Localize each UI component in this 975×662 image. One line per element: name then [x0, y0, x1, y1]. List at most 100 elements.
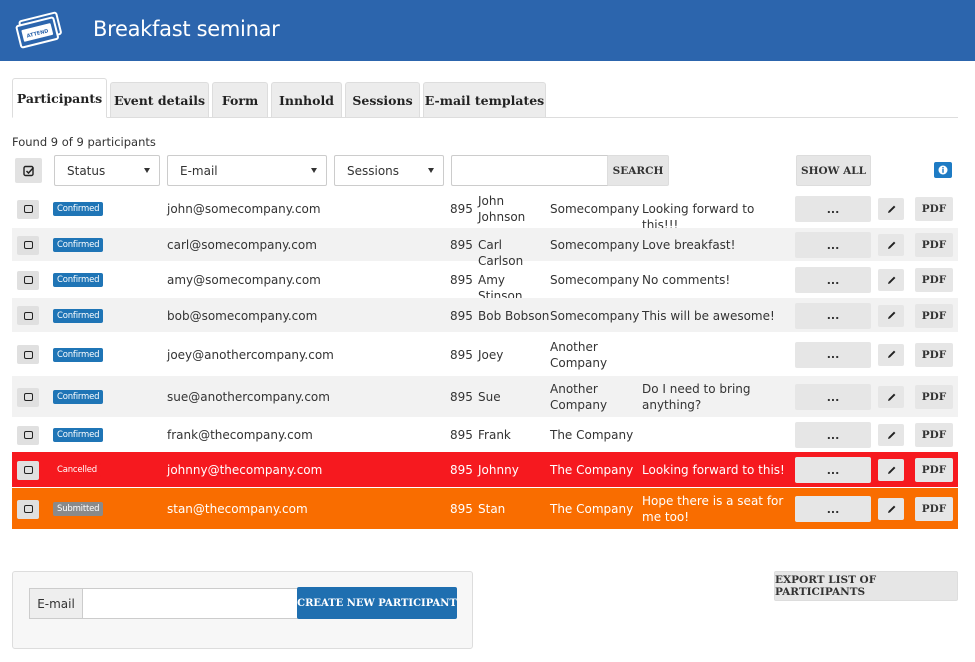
pdf-button[interactable]: PDF — [915, 303, 953, 328]
pencil-icon — [887, 431, 895, 439]
pdf-button[interactable]: PDF — [915, 233, 953, 257]
more-options-button[interactable]: ... — [795, 341, 871, 368]
participant-name: Johnny — [478, 463, 519, 477]
participants-table: Confirmed john@somecompany.com 895 John Joh… — [12, 190, 958, 530]
table-row: Submitted stan@thecompany.com 895 Stan The C… — [12, 488, 958, 530]
checkbox-square-icon — [23, 431, 33, 439]
edit-participant-button[interactable] — [878, 234, 904, 256]
status-badge: Confirmed — [53, 273, 104, 287]
select-all-checkbox[interactable] — [15, 158, 42, 183]
pdf-button[interactable]: PDF — [915, 385, 953, 409]
tab-event-details[interactable]: Event details — [110, 82, 209, 117]
table-row: Confirmed amy@somecompany.com 895 Amy Stins… — [12, 262, 958, 303]
more-options-button[interactable]: ... — [795, 196, 871, 222]
email-filter-select[interactable]: E-mail — [167, 155, 327, 186]
search-input[interactable] — [451, 155, 608, 186]
create-participant-panel: E-mail CREATE NEW PARTICIPANT — [12, 571, 473, 649]
row-checkbox[interactable] — [17, 387, 39, 407]
tab-sessions[interactable]: Sessions — [345, 82, 420, 117]
pencil-icon — [887, 241, 895, 249]
status-badge: Confirmed — [53, 390, 104, 404]
table-row: Confirmed frank@thecompany.com 895 Frank The… — [12, 418, 958, 452]
row-checkbox[interactable] — [17, 460, 39, 480]
info-icon[interactable] — [934, 162, 952, 178]
edit-participant-button[interactable] — [878, 498, 904, 520]
row-checkbox[interactable] — [17, 306, 39, 325]
sessions-filter-value: Sessions — [347, 163, 400, 178]
pdf-button[interactable]: PDF — [915, 497, 953, 521]
more-options-button[interactable]: ... — [795, 267, 871, 293]
participant-company: Somecompany — [550, 273, 640, 287]
pencil-icon — [887, 393, 895, 401]
pdf-button[interactable]: PDF — [915, 268, 953, 292]
row-checkbox[interactable] — [17, 499, 39, 519]
edit-participant-button[interactable] — [878, 343, 904, 366]
results-count: Found 9 of 9 participants — [12, 135, 156, 149]
edit-participant-button[interactable] — [878, 386, 904, 408]
pdf-button[interactable]: PDF — [915, 423, 953, 447]
tab-participants[interactable]: Participants — [12, 78, 107, 118]
more-options-button[interactable]: ... — [795, 422, 871, 448]
tab-email-templates[interactable]: E-mail templates — [423, 82, 546, 117]
edit-participant-button[interactable] — [878, 198, 904, 220]
more-options-button[interactable]: ... — [795, 384, 871, 410]
more-options-button[interactable]: ... — [795, 457, 871, 483]
edit-participant-button[interactable] — [878, 269, 904, 291]
status-badge: Submitted — [53, 502, 104, 516]
row-checkbox[interactable] — [17, 270, 39, 290]
more-options-button[interactable]: ... — [795, 232, 871, 258]
checkbox-square-icon — [23, 466, 33, 474]
participant-company: Somecompany — [550, 238, 640, 252]
participant-email: sue@anothercompany.com — [167, 390, 330, 404]
status-filter-select[interactable]: Status — [54, 155, 160, 186]
show-all-button[interactable]: SHOW ALL — [796, 155, 871, 186]
participant-email: bob@somecompany.com — [167, 308, 318, 323]
pdf-button[interactable]: PDF — [915, 197, 953, 221]
tab-innhold[interactable]: Innhold — [271, 82, 342, 117]
participant-name: John Johnson — [478, 194, 526, 224]
row-checkbox[interactable] — [17, 345, 39, 364]
more-options-button[interactable]: ... — [795, 302, 871, 329]
export-participants-button[interactable]: EXPORT LIST OF PARTICIPANTS — [774, 571, 958, 601]
participant-num: 895 — [450, 202, 473, 216]
check-square-icon — [22, 165, 34, 176]
participant-company: Another Company — [550, 382, 608, 412]
participant-num: 895 — [450, 347, 473, 362]
row-checkbox[interactable] — [17, 235, 39, 255]
participant-comment: This will be awesome! — [642, 308, 775, 323]
pdf-button[interactable]: PDF — [915, 458, 953, 482]
checkbox-square-icon — [23, 505, 33, 513]
chevron-down-icon — [144, 168, 150, 173]
participant-comment: Hope there is a seat for me too! — [642, 494, 784, 524]
chevron-down-icon — [428, 168, 434, 173]
participant-company: Somecompany — [550, 202, 640, 216]
table-row: Confirmed carl@somecompany.com 895 Carl Car… — [12, 228, 958, 268]
tab-bar: Participants Event details Form Innhold … — [12, 78, 958, 118]
chevron-down-icon — [311, 168, 317, 173]
checkbox-square-icon — [23, 276, 33, 284]
participant-comment: Looking forward to this! — [642, 463, 785, 477]
edit-participant-button[interactable] — [878, 459, 904, 481]
status-filter-value: Status — [67, 163, 106, 178]
sessions-filter-select[interactable]: Sessions — [334, 155, 444, 186]
tab-form[interactable]: Form — [212, 82, 268, 117]
edit-participant-button[interactable] — [878, 304, 904, 327]
participant-email: carl@somecompany.com — [167, 238, 317, 252]
participant-name: Stan — [478, 502, 506, 516]
pdf-button[interactable]: PDF — [915, 342, 953, 367]
participant-num: 895 — [450, 428, 473, 442]
more-options-button[interactable]: ... — [795, 496, 871, 522]
pencil-icon — [887, 205, 895, 213]
status-badge: Confirmed — [53, 238, 104, 252]
table-row: Confirmed joey@anothercompany.com 895 Joey A… — [12, 333, 958, 376]
row-checkbox[interactable] — [17, 199, 39, 219]
status-badge: Confirmed — [53, 202, 104, 216]
checkbox-square-icon — [23, 241, 33, 249]
create-new-participant-button[interactable]: CREATE NEW PARTICIPANT — [297, 587, 457, 619]
row-checkbox[interactable] — [17, 425, 39, 445]
checkbox-square-icon — [23, 350, 33, 359]
new-participant-email-field[interactable] — [82, 588, 298, 619]
participant-num: 895 — [450, 390, 473, 404]
search-button[interactable]: SEARCH — [607, 155, 669, 186]
edit-participant-button[interactable] — [878, 424, 904, 446]
